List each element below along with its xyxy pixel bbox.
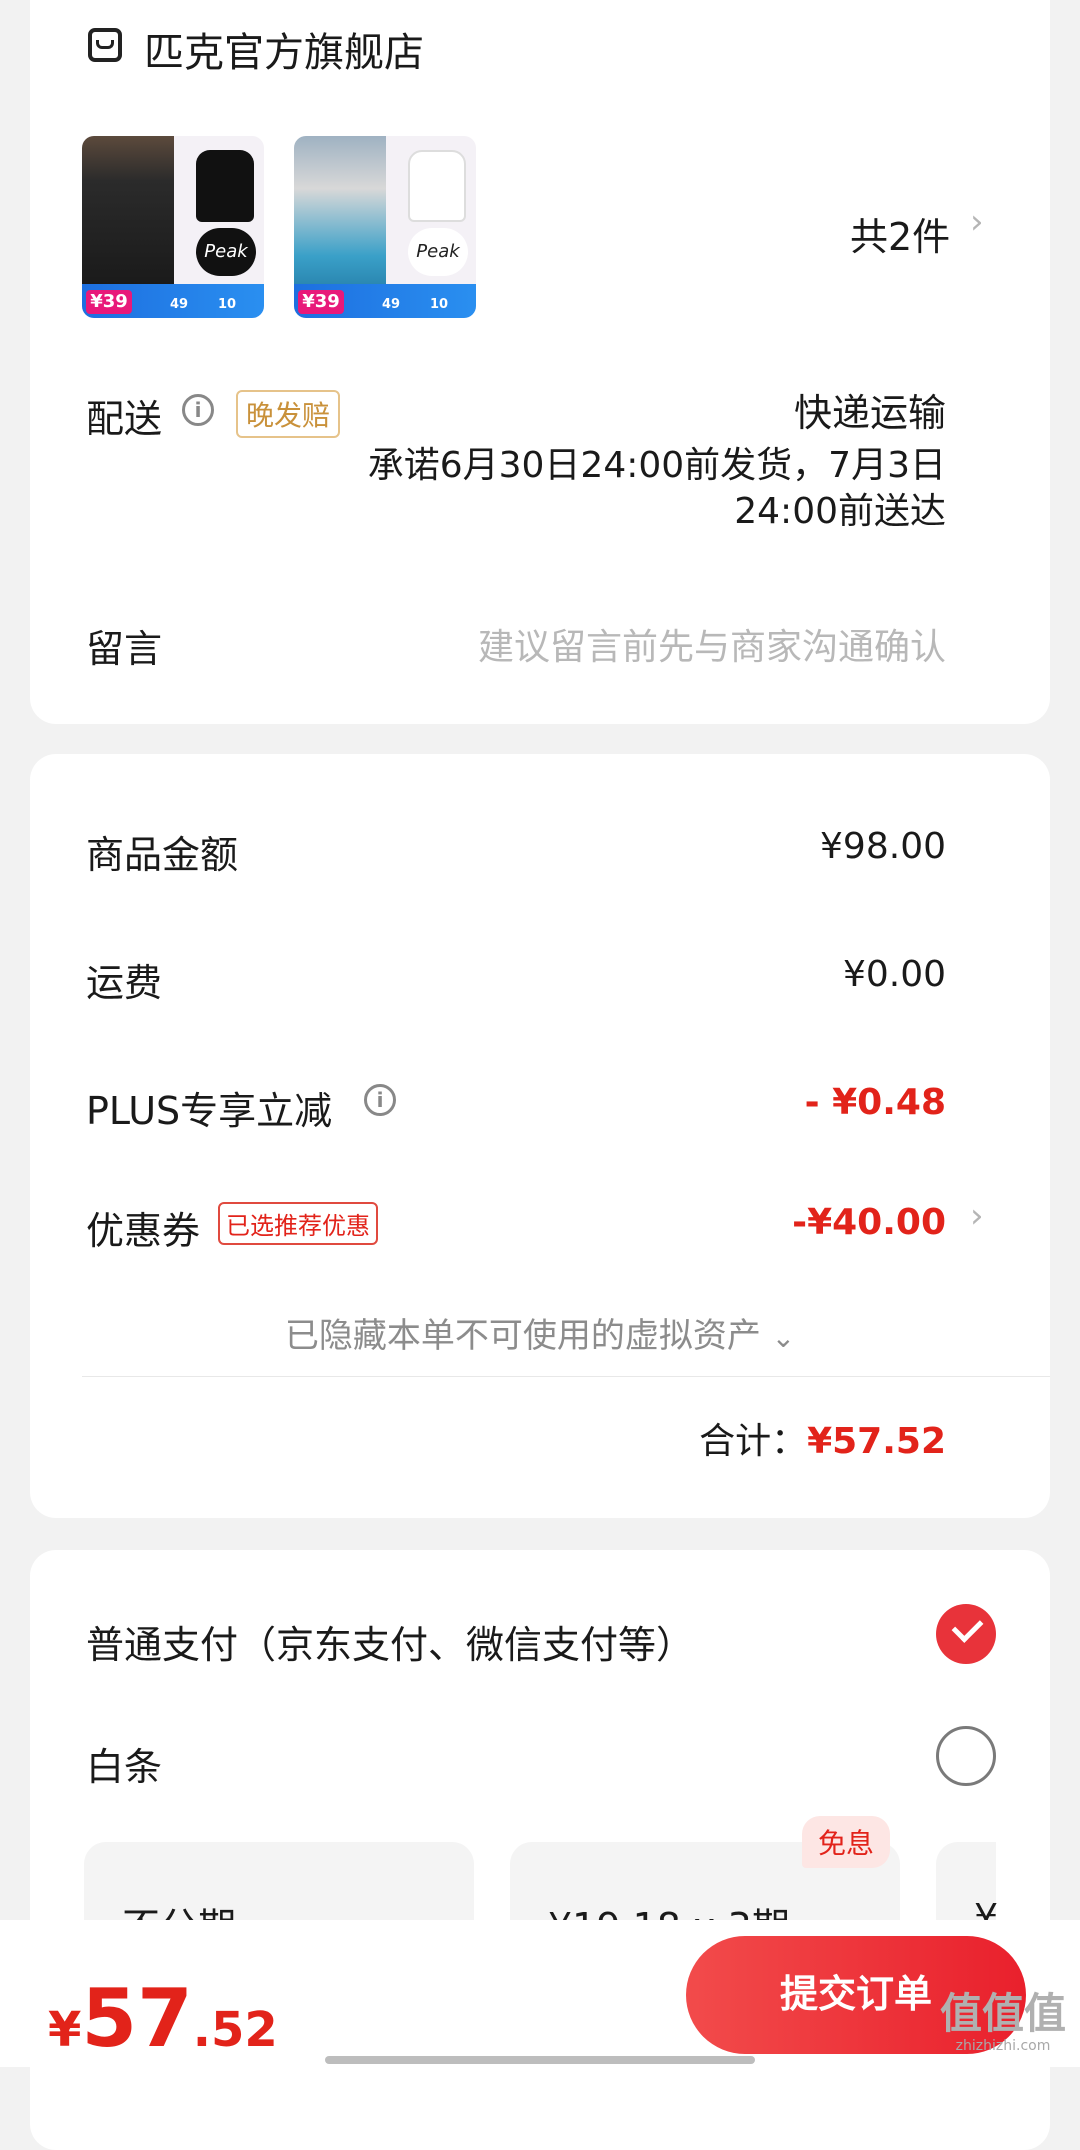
shipping-value: ¥0.00 — [842, 954, 946, 995]
delivery-promise-line-1: 承诺6月30日24:00前发货，7月3日 — [367, 445, 946, 486]
plus-discount-label: PLUS专享立减 — [86, 1089, 333, 1133]
divider — [82, 1376, 1050, 1377]
product-shirt-image — [196, 150, 254, 222]
hidden-assets-toggle[interactable]: 已隐藏本单不可使用的虚拟资产 ⌄ — [30, 1308, 1050, 1357]
total-label: 合计： — [699, 1421, 808, 1462]
product-price-badge: ¥39 — [298, 290, 344, 314]
product-thumbnail[interactable]: Peak ¥39 49 10 — [82, 136, 264, 318]
coupon-recommended-tag: 已选推荐优惠 — [218, 1202, 378, 1245]
radio-unselected-icon[interactable] — [936, 1726, 996, 1786]
bottom-bar: ¥57.52 提交订单 值值值 zhizhizhi.com — [0, 1920, 1080, 2067]
hidden-assets-text: 已隐藏本单不可使用的虚拟资产 — [284, 1316, 761, 1356]
delivery-promise-line-2: 24:00前送达 — [734, 491, 946, 532]
watermark-url: zhizhizhi.com — [955, 2038, 1051, 2054]
home-indicator[interactable] — [325, 2056, 755, 2064]
shipping-label: 运费 — [86, 961, 163, 1005]
message-label: 留言 — [86, 627, 163, 671]
message-input[interactable]: 建议留言前先与商家沟通确认 — [478, 618, 946, 670]
bottom-total: ¥57.52 — [48, 1972, 278, 2065]
item-count[interactable]: 共2件 — [850, 206, 950, 261]
product-price-2: 10 — [430, 297, 449, 312]
bottom-currency: ¥ — [48, 2002, 82, 2058]
chevron-right-icon[interactable]: › — [970, 1196, 984, 1236]
delivery-method[interactable]: 快递运输 — [794, 382, 946, 437]
watermark-logo: 值值值 — [939, 1989, 1066, 2038]
normal-payment-label[interactable]: 普通支付（京东支付、微信支付等） — [86, 1614, 694, 1669]
chevron-down-icon: ⌄ — [771, 1321, 796, 1354]
coupon-label[interactable]: 优惠券 — [86, 1200, 200, 1255]
late-compensation-tag: 晚发赔 — [236, 390, 341, 438]
store-card: 匹克官方旗舰店 Peak ¥39 49 10 Peak ¥39 49 10 共2… — [30, 0, 1050, 724]
bottom-amount-int: 57 — [81, 1972, 193, 2065]
product-price-badge: ¥39 — [86, 290, 132, 314]
check-selected-icon[interactable] — [936, 1604, 996, 1664]
interest-free-badge: 免息 — [802, 1816, 891, 1868]
product-price-1: 49 — [170, 297, 189, 312]
goods-amount-value: ¥98.00 — [820, 826, 946, 867]
delivery-label: 配送 — [86, 397, 163, 441]
chevron-right-icon[interactable]: › — [970, 202, 984, 242]
product-price-2: 10 — [218, 297, 237, 312]
product-model-image — [82, 136, 174, 286]
product-shirt-image — [408, 150, 466, 222]
total-row: 合计：¥57.52 — [699, 1412, 946, 1464]
watermark: 值值值 zhizhizhi.com — [928, 1989, 1078, 2055]
product-logo-image: Peak — [408, 228, 468, 276]
store-name[interactable]: 匹克官方旗舰店 — [144, 20, 424, 78]
bottom-amount-dec: .52 — [192, 2002, 278, 2058]
plus-discount-value: - ¥0.48 — [804, 1082, 946, 1123]
store-icon — [88, 28, 122, 62]
goods-amount-label: 商品金额 — [86, 833, 239, 877]
info-icon[interactable]: i — [364, 1084, 396, 1116]
info-icon[interactable]: i — [182, 394, 214, 426]
product-thumbnail[interactable]: Peak ¥39 49 10 — [294, 136, 476, 318]
coupon-value[interactable]: -¥40.00 — [792, 1202, 946, 1243]
product-model-image — [294, 136, 386, 286]
product-price-1: 49 — [382, 297, 401, 312]
product-logo-image: Peak — [196, 228, 256, 276]
baitiao-label[interactable]: 白条 — [86, 1736, 162, 1791]
total-value: ¥57.52 — [807, 1421, 946, 1462]
price-summary-card: 商品金额 ¥98.00 运费 ¥0.00 PLUS专享立减 i - ¥0.48 … — [30, 754, 1050, 1518]
